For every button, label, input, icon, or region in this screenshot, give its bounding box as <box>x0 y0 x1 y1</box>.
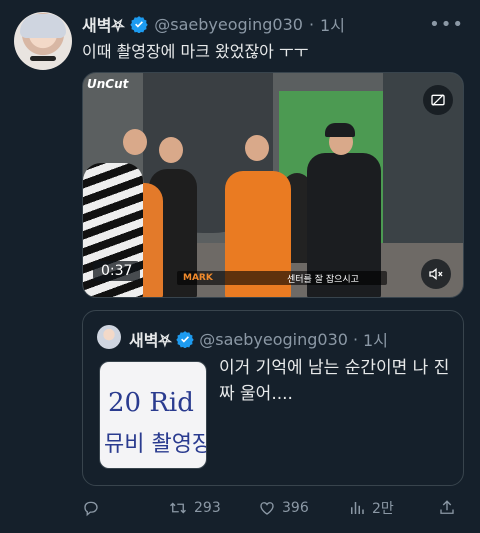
tweet-text: 이때 촬영장에 마크 왔었잖아 ㅜㅜ <box>82 42 309 61</box>
quoted-text: 이거 기억에 남는 순간이면 나 진짜 울어.... <box>219 358 450 404</box>
mute-icon[interactable] <box>421 259 451 289</box>
separator-dot: · <box>308 14 315 34</box>
view-count: 2만 <box>372 501 394 517</box>
like-button[interactable]: 396 <box>258 499 309 517</box>
separator-dot: · <box>352 329 359 349</box>
action-bar: 293 396 2만 <box>82 496 464 520</box>
quoted-image[interactable]: 20 Rid 뮤비 촬영장 <box>99 361 207 469</box>
subtitle-text: 센터를 잘 잡으시고 <box>287 274 359 285</box>
quoted-author-name: 새벽⛧ <box>129 331 172 350</box>
like-count: 396 <box>282 500 309 516</box>
quoted-header: 새벽⛧ @saebyeoging030 · 1시 <box>129 327 388 351</box>
share-button[interactable] <box>438 499 456 517</box>
video-cap <box>325 123 355 137</box>
media-settings-glyph <box>431 94 445 106</box>
video-player[interactable]: UnCut MARK 센터를 잘 잡으시고 0:37 <box>82 72 464 298</box>
author-name[interactable]: 새벽⛧ <box>82 12 124 36</box>
tweet-time[interactable]: 1시 <box>320 12 345 36</box>
subtitle-name: MARK <box>183 273 213 283</box>
quoted-image-text: 20 Rid <box>108 388 194 418</box>
tweet-header: 새벽⛧ @saebyeoging030 · 1시 <box>82 12 345 36</box>
retweet-count: 293 <box>194 500 221 516</box>
avatar-hair <box>20 14 66 38</box>
media-settings-icon[interactable] <box>423 85 453 115</box>
quoted-avatar <box>97 325 121 349</box>
retweet-button[interactable]: 293 <box>168 499 221 517</box>
reply-button[interactable] <box>82 499 100 517</box>
like-icon <box>260 502 274 515</box>
video-duration: 0:37 <box>93 261 141 281</box>
video-head <box>123 129 147 155</box>
author-handle[interactable]: @saebyeoging030 <box>154 15 303 34</box>
author-avatar[interactable] <box>14 12 72 70</box>
video-head <box>245 135 269 161</box>
quoted-image-text: 뮤비 촬영장 <box>104 432 207 457</box>
video-subtitle: MARK 센터를 잘 잡으시고 <box>177 271 387 285</box>
mute-glyph <box>429 267 443 281</box>
quoted-time: 1시 <box>363 331 388 350</box>
views-button[interactable]: 2만 <box>348 498 394 518</box>
more-icon[interactable]: ••• <box>429 14 464 35</box>
avatar-choker <box>30 56 56 61</box>
retweet-icon <box>170 502 186 514</box>
verified-icon <box>176 331 194 348</box>
quoted-tweet[interactable]: 새벽⛧ @saebyeoging030 · 1시 20 Rid 뮤비 촬영장 이… <box>82 310 464 486</box>
views-icon <box>351 502 364 514</box>
video-head <box>159 137 183 163</box>
quoted-author-handle: @saebyeoging030 <box>199 329 348 349</box>
video-watermark: UnCut <box>87 77 129 91</box>
verified-icon <box>130 16 148 33</box>
share-icon <box>440 500 454 514</box>
reply-icon <box>84 501 98 517</box>
